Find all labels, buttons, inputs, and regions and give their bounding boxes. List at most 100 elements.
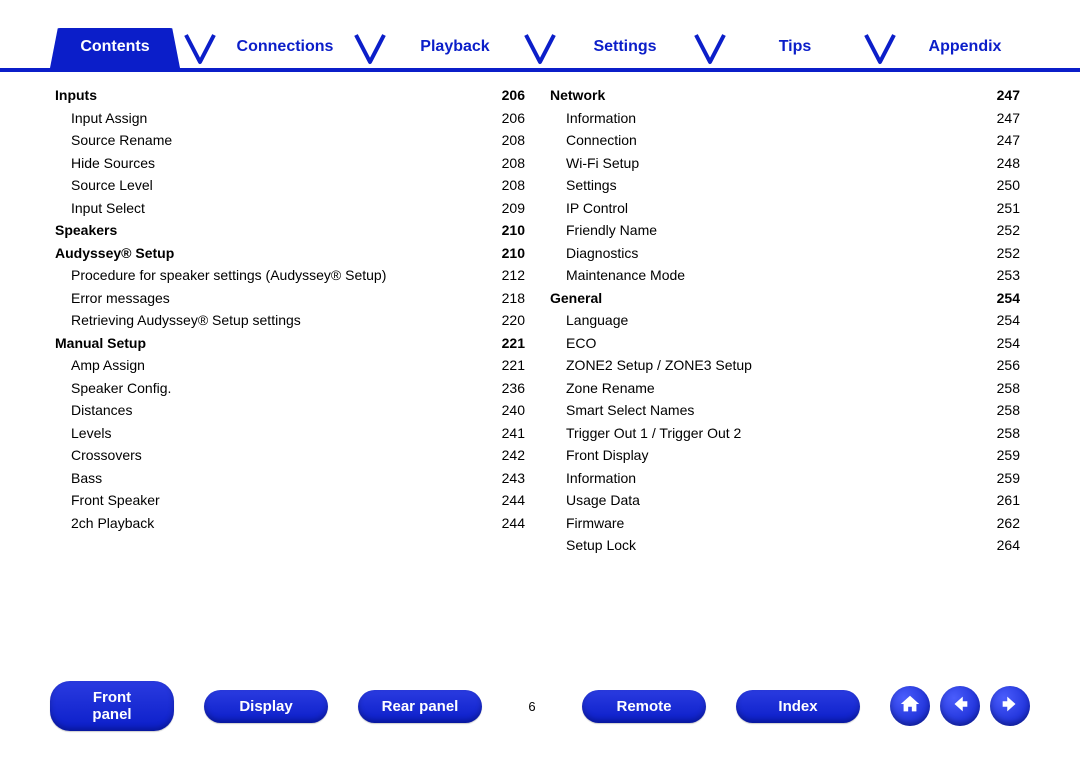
toc-item-row[interactable]: Procedure for speaker settings (Audyssey… [55, 264, 525, 287]
toc-item-row[interactable]: Front Speaker244 [55, 489, 525, 512]
tab-connections[interactable]: Connections [220, 28, 350, 68]
toc-item-row[interactable]: Firmware262 [550, 512, 1020, 535]
toc-item-row[interactable]: IP Control251 [550, 197, 1020, 220]
footer-link-label: Display [239, 698, 292, 715]
toc-item-row[interactable]: Input Select209 [55, 197, 525, 220]
toc-item-row[interactable]: Levels241 [55, 422, 525, 445]
toc-label: Procedure for speaker settings (Audyssey… [55, 264, 386, 287]
toc-section-row[interactable]: Inputs206 [55, 84, 525, 107]
footer-link-rear-panel[interactable]: Rear panel [358, 690, 482, 723]
toc-item-row[interactable]: Information 259 [550, 467, 1020, 490]
toc-section-row[interactable]: Audyssey® Setup210 [55, 242, 525, 265]
toc-item-row[interactable]: Maintenance Mode253 [550, 264, 1020, 287]
tab-appendix[interactable]: Appendix [900, 28, 1030, 68]
tab-playback[interactable]: Playback [390, 28, 520, 68]
toc-item-row[interactable]: Front Display 259 [550, 444, 1020, 467]
toc-page: 242 [485, 444, 525, 467]
footer-link-display[interactable]: Display [204, 690, 328, 723]
toc-item-row[interactable]: Source Level208 [55, 174, 525, 197]
toc-label: Information [550, 467, 636, 490]
toc-label: Settings [550, 174, 617, 197]
toc-right-column: Network247Information247Connection247Wi-… [550, 84, 1020, 557]
toc-section-row[interactable]: General254 [550, 287, 1020, 310]
toc-label: Input Assign [55, 107, 147, 130]
toc-item-row[interactable]: Diagnostics252 [550, 242, 1020, 265]
tab-separator [520, 30, 560, 68]
tab-label: Connections [237, 38, 334, 55]
toc-label: Input Select [55, 197, 145, 220]
toc-item-row[interactable]: Wi-Fi Setup248 [550, 152, 1020, 175]
toc-label: Language [550, 309, 628, 332]
toc-item-row[interactable]: Information247 [550, 107, 1020, 130]
toc-content: Inputs206Input Assign206Source Rename208… [0, 72, 1080, 557]
toc-label: Network [550, 84, 605, 107]
toc-page: 250 [980, 174, 1020, 197]
toc-item-row[interactable]: Source Rename208 [55, 129, 525, 152]
toc-label: Diagnostics [550, 242, 638, 265]
footer-link-remote[interactable]: Remote [582, 690, 706, 723]
toc-item-row[interactable]: Connection247 [550, 129, 1020, 152]
toc-label: Retrieving Audyssey® Setup settings [55, 309, 301, 332]
toc-label: Hide Sources [55, 152, 155, 175]
footer-link-front-panel[interactable]: Front panel [50, 681, 174, 731]
next-page-button[interactable] [990, 686, 1030, 726]
tab-settings[interactable]: Settings [560, 28, 690, 68]
toc-page: 258 [980, 422, 1020, 445]
tab-label: Contents [80, 38, 149, 55]
toc-page: 259 [980, 444, 1020, 467]
footer-link-index[interactable]: Index [736, 690, 860, 723]
toc-page: 244 [485, 512, 525, 535]
toc-page: 259 [980, 467, 1020, 490]
toc-label: Front Speaker [55, 489, 160, 512]
toc-item-row[interactable]: Zone Rename258 [550, 377, 1020, 400]
toc-label: 2ch Playback [55, 512, 154, 535]
toc-page: 218 [485, 287, 525, 310]
tab-contents[interactable]: Contents [50, 28, 180, 68]
toc-section-row[interactable]: Speakers210 [55, 219, 525, 242]
toc-page: 236 [485, 377, 525, 400]
toc-label: Front Display [550, 444, 648, 467]
toc-item-row[interactable]: Error messages218 [55, 287, 525, 310]
toc-item-row[interactable]: ZONE2 Setup / ZONE3 Setup256 [550, 354, 1020, 377]
toc-item-row[interactable]: Language254 [550, 309, 1020, 332]
toc-page: 241 [485, 422, 525, 445]
tab-separator [350, 30, 390, 68]
tab-tips[interactable]: Tips [730, 28, 860, 68]
toc-item-row[interactable]: Distances240 [55, 399, 525, 422]
toc-page: 258 [980, 377, 1020, 400]
toc-item-row[interactable]: Friendly Name252 [550, 219, 1020, 242]
toc-section-row[interactable]: Network247 [550, 84, 1020, 107]
toc-label: Usage Data [550, 489, 640, 512]
home-button[interactable] [890, 686, 930, 726]
toc-label: Manual Setup [55, 332, 146, 355]
toc-page: 210 [485, 242, 525, 265]
toc-item-row[interactable]: Smart Select Names258 [550, 399, 1020, 422]
toc-label: Smart Select Names [550, 399, 694, 422]
toc-item-row[interactable]: Retrieving Audyssey® Setup settings 220 [55, 309, 525, 332]
prev-page-button[interactable] [940, 686, 980, 726]
toc-item-row[interactable]: 2ch Playback 244 [55, 512, 525, 535]
toc-page: 206 [485, 84, 525, 107]
toc-page: 212 [485, 264, 525, 287]
footer-bar: Front panel Display Rear panel 6 Remote … [0, 671, 1080, 761]
toc-item-row[interactable]: Trigger Out 1 / Trigger Out 2258 [550, 422, 1020, 445]
toc-page: 243 [485, 467, 525, 490]
toc-label: General [550, 287, 602, 310]
toc-page: 256 [980, 354, 1020, 377]
toc-item-row[interactable]: Settings 250 [550, 174, 1020, 197]
toc-item-row[interactable]: Crossovers242 [55, 444, 525, 467]
toc-item-row[interactable]: Amp Assign221 [55, 354, 525, 377]
footer-link-label: Rear panel [382, 698, 459, 715]
toc-label: Maintenance Mode [550, 264, 685, 287]
toc-item-row[interactable]: Usage Data261 [550, 489, 1020, 512]
toc-item-row[interactable]: Bass243 [55, 467, 525, 490]
toc-item-row[interactable]: Speaker Config. 236 [55, 377, 525, 400]
toc-item-row[interactable]: Setup Lock264 [550, 534, 1020, 557]
toc-page: 220 [485, 309, 525, 332]
toc-item-row[interactable]: Input Assign206 [55, 107, 525, 130]
toc-label: Speaker Config. [55, 377, 171, 400]
toc-page: 248 [980, 152, 1020, 175]
toc-item-row[interactable]: ECO254 [550, 332, 1020, 355]
toc-item-row[interactable]: Hide Sources208 [55, 152, 525, 175]
toc-section-row[interactable]: Manual Setup221 [55, 332, 525, 355]
